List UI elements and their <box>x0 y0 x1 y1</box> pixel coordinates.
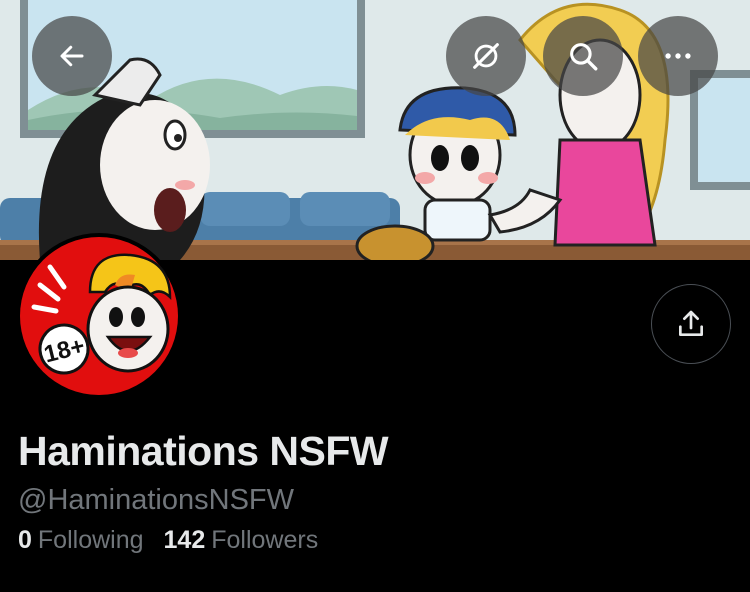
following-label: Following <box>37 526 144 554</box>
follow-stats: 0 Following 142 Followers <box>18 526 318 555</box>
display-name: Haminations NSFW <box>18 428 389 474</box>
search-button[interactable] <box>543 16 623 96</box>
more-horizontal-icon <box>665 53 691 59</box>
arrow-left-icon <box>60 45 84 67</box>
search-icon <box>570 43 598 71</box>
share-icon <box>679 310 703 336</box>
profile-page: 18+ Haminations NSFW @HaminationsNSFW 0F… <box>0 0 750 592</box>
following-count: 0 <box>18 526 32 554</box>
more-options-button[interactable] <box>638 16 718 96</box>
profile-banner[interactable] <box>0 0 750 260</box>
followers-count: 142 <box>163 526 206 554</box>
followers-link[interactable]: 142 Followers <box>164 526 319 555</box>
grok-icon <box>473 43 499 69</box>
followers-label: Followers <box>211 526 319 554</box>
banner-illustration <box>0 0 750 260</box>
following-link[interactable]: 0 Following <box>18 526 144 555</box>
avatar-image: 18+ <box>20 237 178 395</box>
user-handle: @HaminationsNSFW <box>18 484 294 516</box>
grok-button[interactable] <box>446 16 526 96</box>
back-button[interactable] <box>32 16 112 96</box>
share-button[interactable] <box>651 284 731 364</box>
profile-avatar[interactable]: 18+ <box>16 233 182 399</box>
